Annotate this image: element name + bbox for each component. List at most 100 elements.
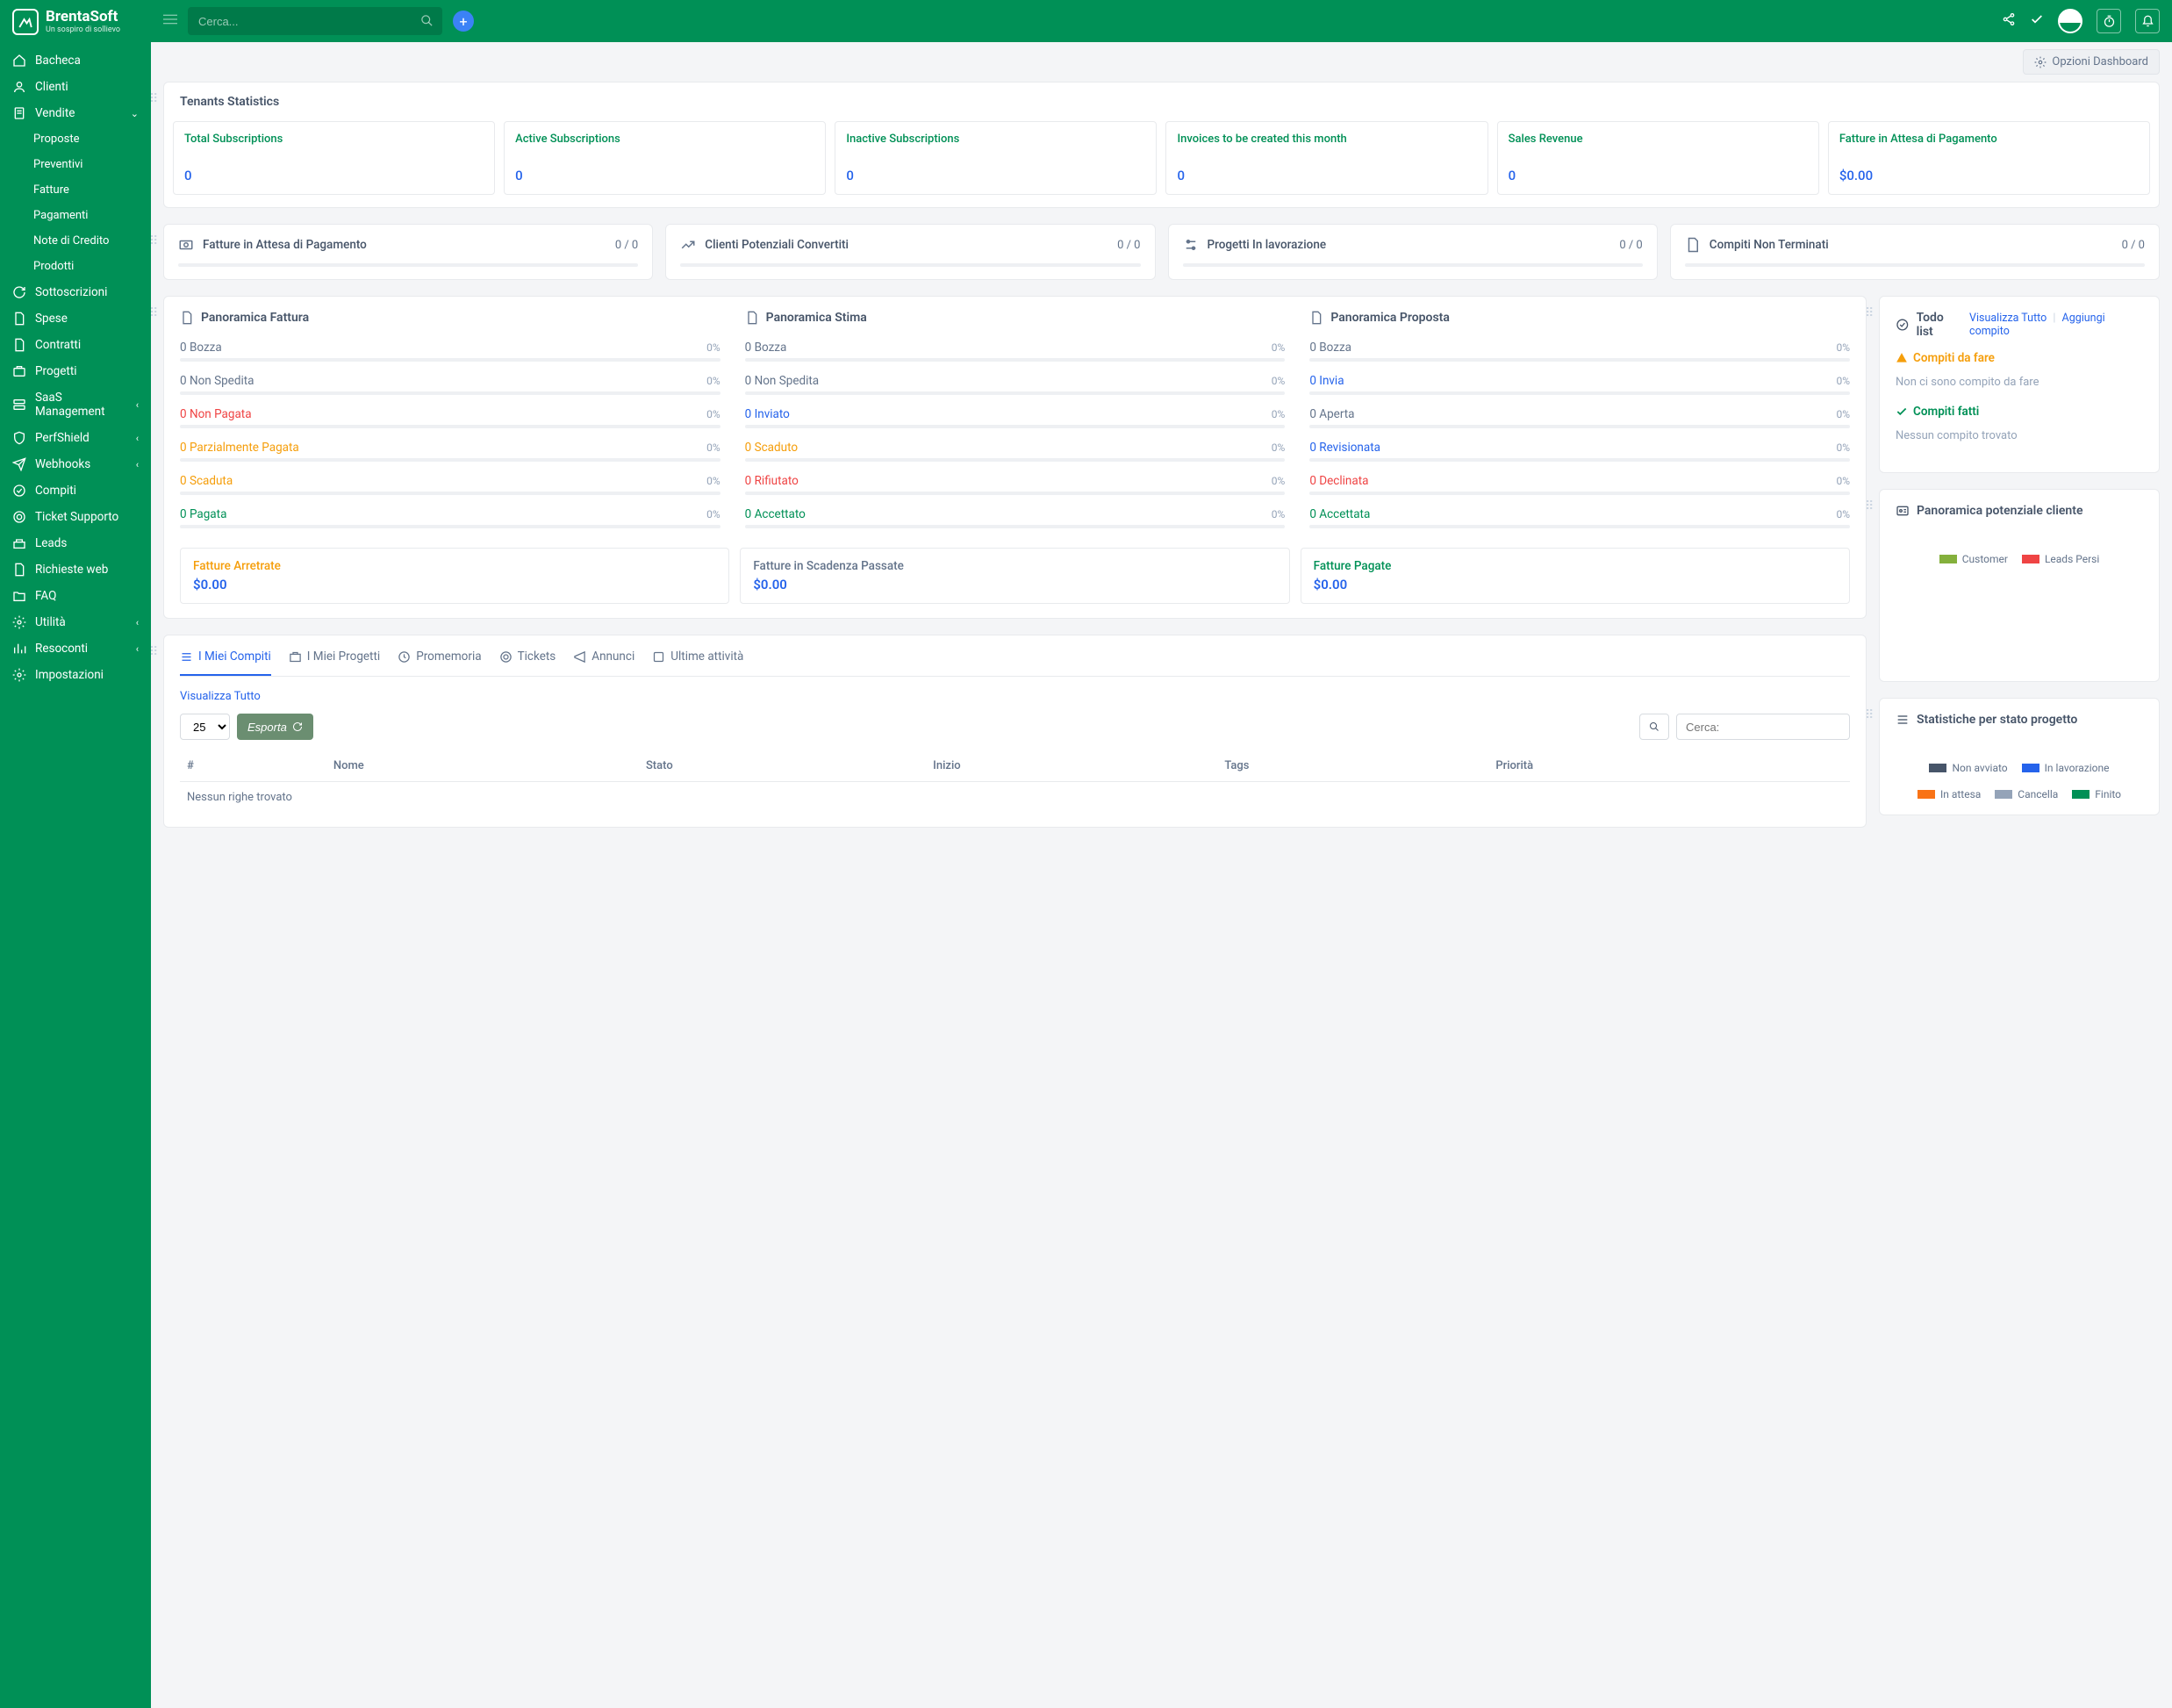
tab-icon [398, 650, 411, 664]
todo-view-all-link[interactable]: Visualizza Tutto [1969, 312, 2047, 325]
check-icon[interactable] [2030, 12, 2044, 30]
sidebar-subitem[interactable]: Pagamenti [0, 203, 151, 228]
tab[interactable]: Tickets [499, 649, 556, 676]
sidebar-subitem[interactable]: Preventivi [0, 152, 151, 177]
sidebar-item[interactable]: Clienti [0, 74, 151, 100]
mini-stat-card: Clienti Potenziali Convertiti0 / 0 [665, 224, 1155, 280]
sidebar-item[interactable]: Progetti [0, 358, 151, 384]
logo-icon [12, 9, 39, 35]
chevron-left-icon: ‹ [136, 617, 139, 628]
avatar[interactable] [2058, 9, 2082, 33]
chevron-left-icon: ‹ [136, 459, 139, 470]
sidebar-item[interactable]: SaaS Management‹ [0, 384, 151, 425]
sidebar-item[interactable]: Resoconti‹ [0, 635, 151, 662]
leads-overview-card: Panoramica potenziale cliente CustomerLe… [1879, 489, 2160, 682]
legend-item: Leads Persi [2022, 553, 2099, 565]
sidebar-item[interactable]: Ticket Supporto [0, 504, 151, 530]
tab-icon [573, 650, 586, 664]
chevron-left-icon: ‹ [136, 399, 139, 411]
sidebar-item[interactable]: Vendite⌄ [0, 100, 151, 126]
tab[interactable]: I Miei Progetti [289, 649, 380, 676]
sidebar-item[interactable]: Utilità‹ [0, 609, 151, 635]
tab-icon [180, 650, 193, 664]
sidebar-subitem[interactable]: Fatture [0, 177, 151, 203]
page-size-select[interactable]: 25 [180, 714, 230, 740]
drag-handle-icon[interactable]: ⠿ [149, 645, 158, 659]
stat-icon [680, 237, 696, 253]
drag-handle-icon[interactable]: ⠿ [149, 92, 158, 106]
nav: BachecaClientiVendite⌄PropostePreventivi… [0, 44, 151, 692]
table-header[interactable]: Tags [1217, 750, 1488, 782]
table-header[interactable]: # [180, 750, 326, 782]
table-search-input[interactable] [1676, 714, 1850, 740]
list-icon [1896, 713, 1910, 727]
legend-item: Finito [2072, 788, 2121, 800]
export-button[interactable]: Esporta [237, 714, 313, 740]
search-input[interactable] [188, 7, 442, 35]
overview-card: Panoramica Fattura0 Bozza0%0 Non Spedita… [163, 296, 1867, 619]
drag-handle-icon[interactable]: ⠿ [1865, 306, 1874, 320]
chevron-down-icon: ⌄ [131, 108, 139, 119]
mini-stat-card: Progetti In lavorazione0 / 0 [1168, 224, 1658, 280]
table-search-button[interactable] [1639, 714, 1669, 740]
drag-handle-icon[interactable]: ⠿ [149, 306, 158, 320]
share-icon[interactable] [2002, 12, 2016, 30]
search-icon [1649, 721, 1659, 733]
chevron-left-icon: ‹ [136, 433, 139, 444]
tab[interactable]: Ultime attività [652, 649, 743, 676]
topbar: + [151, 0, 2172, 42]
mini-stat-card: Fatture in Attesa di Pagamento0 / 0 [163, 224, 653, 280]
sidebar-item[interactable]: FAQ [0, 583, 151, 609]
sidebar-subitem[interactable]: Proposte [0, 126, 151, 152]
sidebar-subitem[interactable]: Prodotti [0, 254, 151, 279]
table-header[interactable]: Inizio [926, 750, 1217, 782]
sidebar-item[interactable]: Bacheca [0, 47, 151, 74]
sidebar-item[interactable]: Compiti [0, 477, 151, 504]
refresh-icon [292, 721, 303, 732]
sidebar-item[interactable]: Spese [0, 305, 151, 332]
table-header[interactable]: Priorità [1488, 750, 1850, 782]
tab-icon [652, 650, 665, 664]
tasks-table: #NomeStatoInizioTagsPriorità Nessun righ… [180, 750, 1850, 813]
project-stats-card: Statistiche per stato progetto Non avvia… [1879, 698, 2160, 815]
tab[interactable]: Annunci [573, 649, 634, 676]
sidebar-item[interactable]: Richieste web [0, 556, 151, 583]
sidebar-item[interactable]: PerfShield‹ [0, 425, 151, 451]
stat-card: Invoices to be created this month0 [1165, 121, 1487, 195]
table-header[interactable]: Stato [639, 750, 926, 782]
legend-item: Customer [1939, 553, 2008, 565]
legend-item: In attesa [1918, 788, 1981, 800]
menu-toggle[interactable] [163, 12, 177, 30]
sidebar-item[interactable]: Impostazioni [0, 662, 151, 688]
sidebar-item[interactable]: Leads [0, 530, 151, 556]
sidebar-item[interactable]: Webhooks‹ [0, 451, 151, 477]
sidebar-item[interactable]: Sottoscrizioni [0, 279, 151, 305]
dashboard-options-button[interactable]: Opzioni Dashboard [2023, 49, 2160, 75]
overview-col: Panoramica Fattura0 Bozza0%0 Non Spedita… [180, 311, 720, 541]
bell-icon[interactable] [2135, 9, 2160, 33]
stat-icon [1685, 237, 1701, 253]
warning-icon [1896, 352, 1908, 364]
sidebar-item[interactable]: Contratti [0, 332, 151, 358]
drag-handle-icon[interactable]: ⠿ [1865, 499, 1874, 513]
drag-handle-icon[interactable]: ⠿ [1865, 708, 1874, 722]
todo-pending-heading: Compiti da fare [1896, 351, 2143, 365]
check-icon [1896, 405, 1908, 418]
timer-icon[interactable] [2097, 9, 2121, 33]
todo-done-heading: Compiti fatti [1896, 405, 2143, 419]
mini-stat-card: Compiti Non Terminati0 / 0 [1670, 224, 2160, 280]
table-empty: Nessun righe trovato [180, 782, 1850, 814]
search-icon [420, 14, 434, 31]
table-header[interactable]: Nome [326, 750, 639, 782]
stat-card: Active Subscriptions0 [504, 121, 826, 195]
add-button[interactable]: + [453, 11, 474, 32]
logo[interactable]: BrentaSoft Un sospiro di sollievo [0, 0, 151, 44]
tab[interactable]: I Miei Compiti [180, 649, 271, 676]
check-circle-icon [1896, 318, 1910, 332]
sidebar-subitem[interactable]: Note di Credito [0, 228, 151, 254]
tab-icon [289, 650, 302, 664]
drag-handle-icon[interactable]: ⠿ [149, 234, 158, 248]
summary-card: Fatture in Scadenza Passate$0.00 [740, 548, 1289, 604]
tab[interactable]: Promemoria [398, 649, 481, 676]
view-all-link[interactable]: Visualizza Tutto [180, 690, 261, 703]
